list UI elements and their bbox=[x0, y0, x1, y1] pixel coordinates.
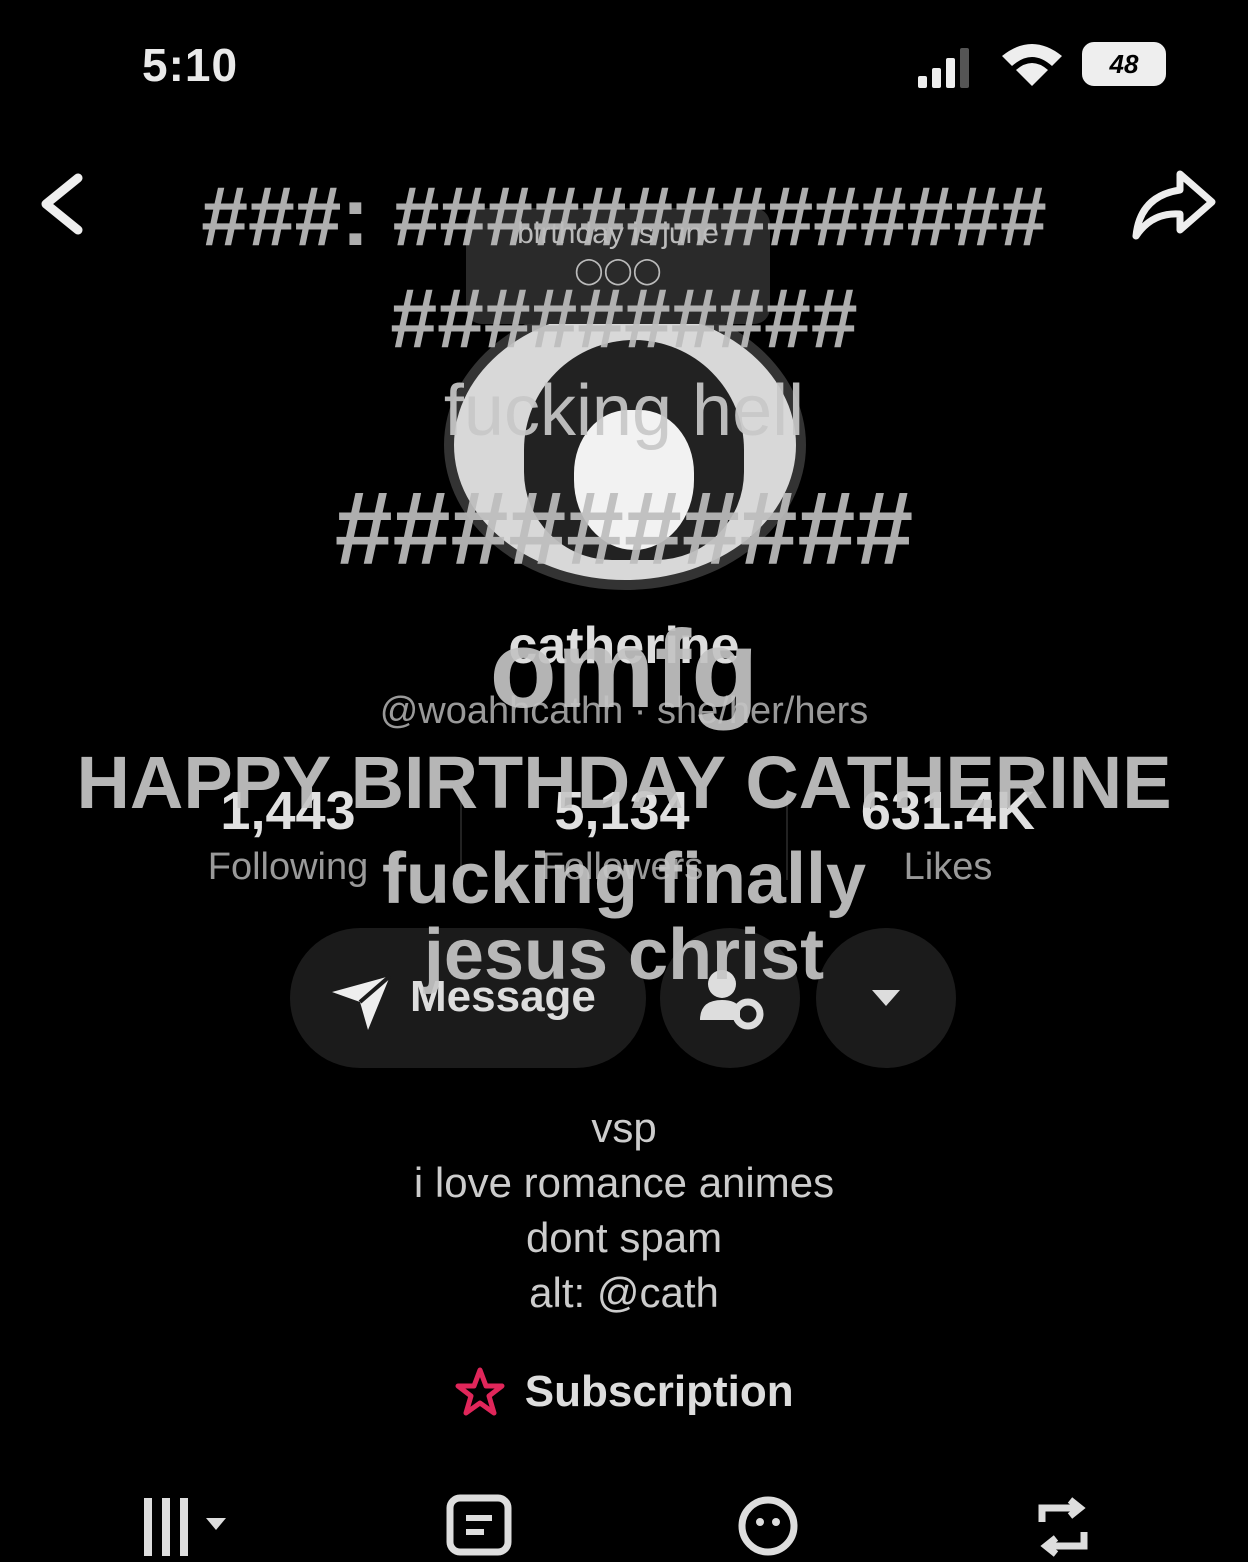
bio-line: i love romance animes bbox=[413, 1159, 835, 1206]
overlay-caption-line: HAPPY BIRTHDAY CATHERINE bbox=[76, 741, 1172, 824]
overlay-caption-line: fucking hell bbox=[443, 371, 805, 451]
subscription-star-icon bbox=[455, 1367, 505, 1416]
overlay-caption-line: ########## bbox=[390, 271, 858, 365]
profile-bio: vsp i love romance animes dont spam alt:… bbox=[0, 1100, 1248, 1320]
tab-videos-grid-icon[interactable] bbox=[140, 1492, 240, 1562]
bio-line: vsp bbox=[591, 1104, 657, 1151]
profile-tab-bar bbox=[0, 1486, 1248, 1560]
overlay-caption-line: ########## bbox=[334, 471, 914, 587]
tab-repost-arrows-icon[interactable] bbox=[1028, 1492, 1098, 1562]
overlay-caption-line: ###: ############## bbox=[201, 169, 1047, 263]
subscription-label: Subscription bbox=[524, 1367, 794, 1416]
status-bar: 5:10 48 bbox=[0, 0, 1248, 130]
overlay-caption-line: fucking finally bbox=[381, 839, 867, 919]
battery-icon: 48 bbox=[1082, 42, 1166, 86]
status-time: 5:10 bbox=[142, 39, 239, 91]
battery-level: 48 bbox=[1109, 49, 1139, 79]
bio-line: dont spam bbox=[525, 1214, 723, 1261]
bio-line: alt: @cath bbox=[529, 1269, 719, 1316]
tab-favorites-icon[interactable] bbox=[734, 1492, 810, 1562]
subscription-link[interactable]: Subscription bbox=[0, 1366, 1248, 1418]
overlay-caption-line: jesus christ bbox=[423, 915, 825, 995]
signal-icon bbox=[918, 44, 978, 88]
overlay-caption-line: omfg bbox=[489, 608, 759, 731]
wifi-icon bbox=[1002, 44, 1062, 86]
tab-reposts-icon[interactable] bbox=[444, 1492, 514, 1562]
